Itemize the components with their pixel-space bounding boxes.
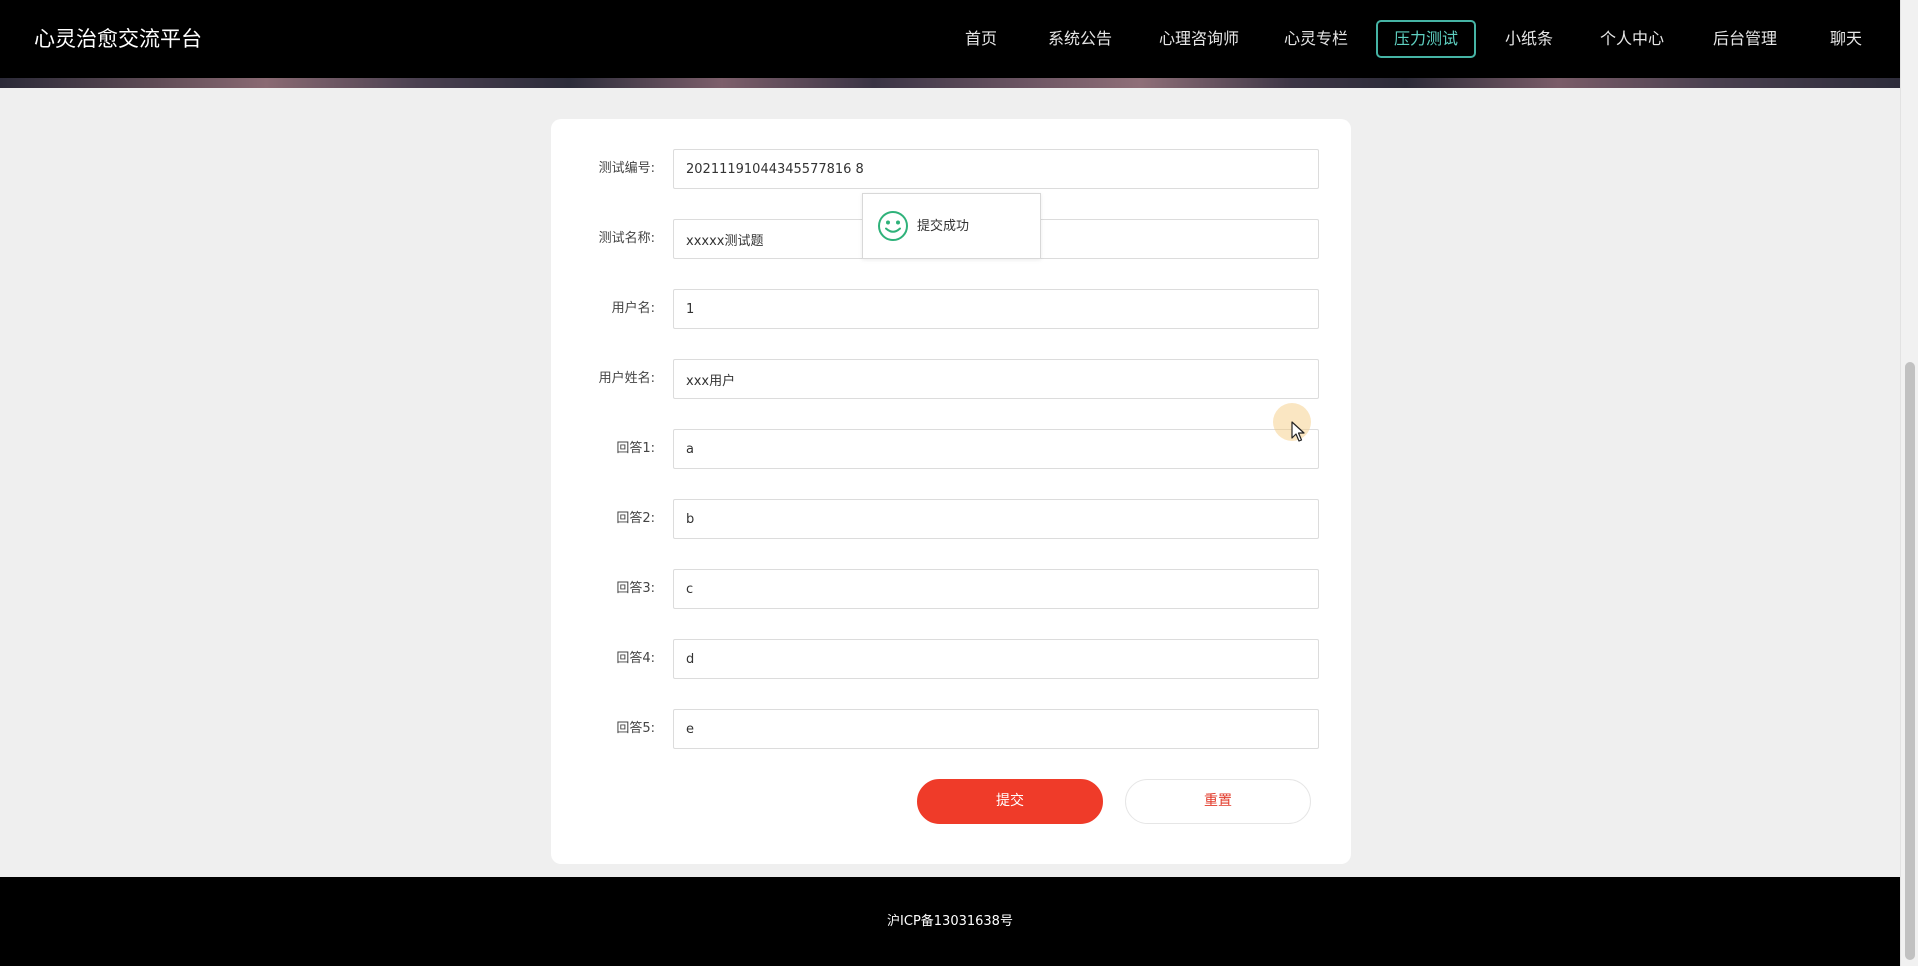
nav-personal-center[interactable]: 个人中心 <box>1596 20 1668 58</box>
answer-5-input[interactable] <box>673 709 1319 749</box>
form-row-answer-5: 回答5: <box>551 709 1351 749</box>
answer-4-input[interactable] <box>673 639 1319 679</box>
form-row-answer-4: 回答4: <box>551 639 1351 679</box>
toast-message: 提交成功 <box>917 219 970 234</box>
submit-button[interactable]: 提交 <box>917 779 1103 824</box>
nav-counselors[interactable]: 心理咨询师 <box>1155 20 1243 58</box>
answer-3-input[interactable] <box>673 569 1319 609</box>
main-nav: 首页 系统公告 心理咨询师 心灵专栏 压力测试 小纸条 个人中心 后台管理 聊天 <box>0 0 1900 78</box>
answer-1-input[interactable] <box>673 429 1319 469</box>
reset-button[interactable]: 重置 <box>1125 779 1311 824</box>
user-fullname-label: 用户姓名: <box>598 371 655 386</box>
nav-notes[interactable]: 小纸条 <box>1500 20 1558 58</box>
icp-record[interactable]: 沪ICP备13031638号 <box>887 914 1013 929</box>
form-row-answer-2: 回答2: <box>551 499 1351 539</box>
nav-column[interactable]: 心灵专栏 <box>1280 20 1352 58</box>
site-footer: 沪ICP备13031638号 <box>0 877 1900 966</box>
smiley-icon <box>878 211 908 241</box>
username-input[interactable] <box>673 289 1319 329</box>
answer-2-label: 回答2: <box>616 511 655 526</box>
form-row-answer-3: 回答3: <box>551 569 1351 609</box>
nav-home[interactable]: 首页 <box>960 20 1002 58</box>
top-header: 心灵治愈交流平台 首页 系统公告 心理咨询师 心灵专栏 压力测试 小纸条 个人中… <box>0 0 1900 78</box>
answer-4-label: 回答4: <box>616 651 655 666</box>
form-row-user-fullname: 用户姓名: <box>551 359 1351 399</box>
nav-announcements[interactable]: 系统公告 <box>1044 20 1116 58</box>
answer-5-label: 回答5: <box>616 721 655 736</box>
success-toast: 提交成功 <box>862 193 1041 259</box>
test-name-label: 测试名称: <box>598 231 655 246</box>
form-row-answer-1: 回答1: <box>551 429 1351 469</box>
test-id-input[interactable] <box>673 149 1319 189</box>
user-fullname-input[interactable] <box>673 359 1319 399</box>
answer-1-label: 回答1: <box>616 441 655 456</box>
nav-stress-test[interactable]: 压力测试 <box>1376 20 1476 58</box>
scrollbar-thumb[interactable] <box>1905 362 1915 960</box>
test-id-label: 测试编号: <box>598 161 655 176</box>
username-label: 用户名: <box>611 301 655 316</box>
mouse-pointer-icon <box>1291 421 1305 442</box>
nav-chat[interactable]: 聊天 <box>1826 20 1866 58</box>
page-scrollbar[interactable] <box>1900 0 1918 966</box>
banner-image-strip <box>0 78 1900 88</box>
answer-2-input[interactable] <box>673 499 1319 539</box>
form-row-username: 用户名: <box>551 289 1351 329</box>
form-row-test-id: 测试编号: <box>551 149 1351 189</box>
answer-3-label: 回答3: <box>616 581 655 596</box>
nav-admin[interactable]: 后台管理 <box>1709 20 1781 58</box>
